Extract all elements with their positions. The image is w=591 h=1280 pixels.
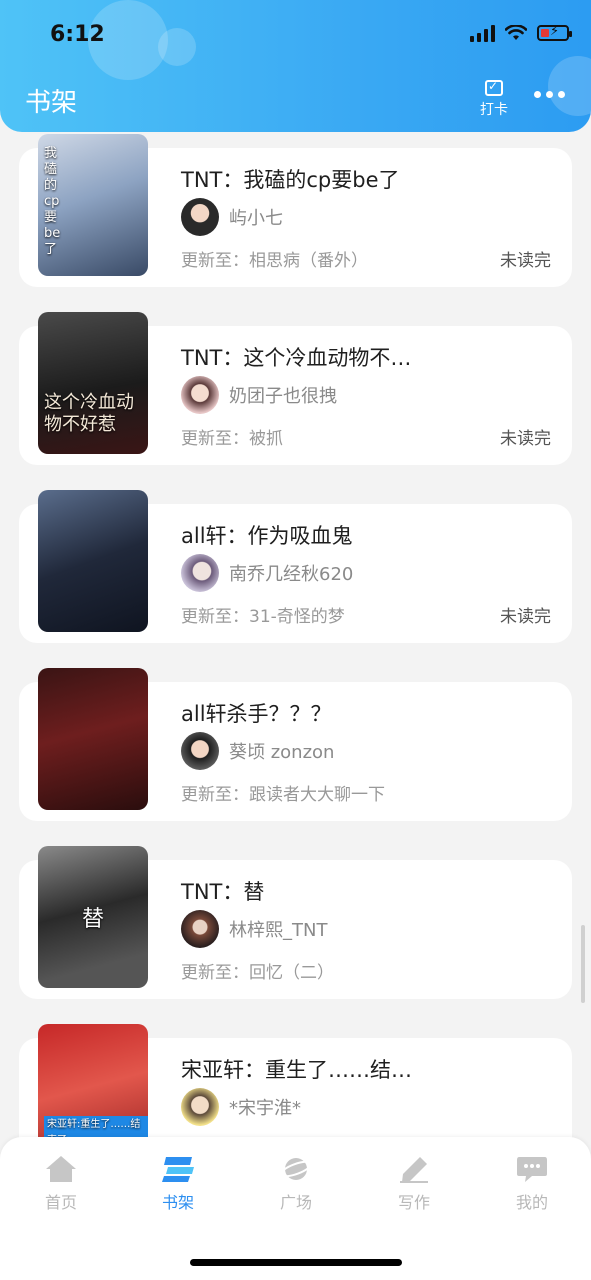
author-row: 屿小七 [181, 198, 283, 236]
more-dot-icon [558, 91, 565, 98]
checkin-label: 打卡 [480, 102, 508, 118]
book-title: TNT：我磕的cp要be了 [181, 168, 400, 192]
wifi-icon [505, 25, 527, 40]
cover-text: 替 [82, 907, 105, 932]
author-row: 南乔几经秋620 [181, 554, 353, 592]
tab-label: 书架 [161, 1193, 194, 1212]
author-avatar [181, 910, 219, 948]
tab-home[interactable]: 首页 [21, 1155, 101, 1213]
book-card[interactable]: 替 TNT：替 林梓熙_TNT 更新至：回忆（二） [19, 846, 572, 999]
status-time: 6:12 [50, 22, 105, 47]
signal-icon [470, 24, 495, 42]
page-title: 书架 [25, 88, 78, 118]
more-dot-icon [546, 91, 553, 98]
scroll-indicator[interactable] [581, 925, 585, 1003]
update-info: 更新至：跟读者大大聊一下 [181, 785, 385, 805]
update-info: 更新至：被抓 [181, 429, 283, 449]
author-name: 南乔几经秋620 [229, 564, 354, 585]
book-cover[interactable]: 替 [38, 846, 148, 988]
author-avatar [181, 732, 219, 770]
book-card[interactable]: all轩：作为吸血鬼 南乔几经秋620 更新至：31-奇怪的梦 未读完 [19, 490, 572, 643]
tab-square[interactable]: 广场 [256, 1155, 336, 1213]
book-title: TNT：替 [181, 880, 265, 904]
book-cover[interactable]: 这个冷血动物不好惹 [38, 312, 148, 454]
author-avatar [181, 376, 219, 414]
checkin-button[interactable]: 打卡 [476, 79, 512, 119]
cover-text: 这个冷血动物不好惹 [44, 392, 134, 435]
planet-icon [279, 1155, 313, 1183]
tab-bookshelf[interactable]: 书架 [138, 1155, 218, 1213]
pen-icon [398, 1155, 430, 1183]
author-row: 葵顷 zonzon [181, 732, 334, 770]
bookshelf-icon [162, 1155, 194, 1183]
read-status: 未读完 [500, 429, 551, 449]
tab-label: 我的 [515, 1193, 548, 1212]
book-cover[interactable]: 我磕的cp要be了 [38, 134, 148, 276]
read-status: 未读完 [500, 251, 551, 271]
tab-label: 写作 [397, 1193, 430, 1212]
book-card[interactable]: 我磕的cp要be了 TNT：我磕的cp要be了 屿小七 更新至：相思病（番外） … [19, 134, 572, 287]
status-icons: ⚡ [470, 24, 572, 42]
tab-label: 广场 [279, 1193, 312, 1212]
book-cover[interactable] [38, 490, 148, 632]
author-avatar [181, 1088, 219, 1126]
author-name: 屿小七 [229, 208, 283, 229]
calendar-check-icon [485, 79, 503, 96]
update-info: 更新至：相思病（番外） [181, 251, 368, 271]
book-cover[interactable] [38, 668, 148, 810]
book-title: TNT：这个冷血动物不… [181, 346, 412, 370]
update-info: 更新至：回忆（二） [181, 963, 334, 983]
home-indicator[interactable] [190, 1259, 402, 1266]
battery-icon: ⚡ [537, 24, 572, 41]
top-header: 6:12 ⚡ 书架 打卡 [0, 0, 591, 132]
bottom-tab-bar: 首页 书架 广场 写作 我的 [0, 1137, 591, 1229]
decor-bubble [548, 56, 591, 116]
home-icon [45, 1155, 77, 1183]
author-name: *宋宇淮* [229, 1098, 301, 1119]
more-dot-icon [534, 91, 541, 98]
book-title: all轩杀手？？？ [181, 702, 332, 726]
chat-bubble-icon [516, 1155, 548, 1183]
tab-write[interactable]: 写作 [374, 1155, 454, 1213]
book-card[interactable]: all轩杀手？？？ 葵顷 zonzon 更新至：跟读者大大聊一下 [19, 668, 572, 821]
cover-text: 我磕的cp要be了 [44, 146, 61, 257]
author-row: *宋宇淮* [181, 1088, 301, 1126]
decor-bubble [158, 28, 196, 66]
author-avatar [181, 198, 219, 236]
book-card[interactable]: 这个冷血动物不好惹 TNT：这个冷血动物不… 奶团子也很拽 更新至：被抓 未读完 [19, 312, 572, 465]
author-name: 奶团子也很拽 [229, 386, 337, 407]
author-name: 林梓熙_TNT [229, 920, 328, 941]
tab-mine[interactable]: 我的 [492, 1155, 572, 1213]
book-title: 宋亚轩：重生了……结… [181, 1058, 412, 1082]
author-row: 奶团子也很拽 [181, 376, 337, 414]
update-info: 更新至：31-奇怪的梦 [181, 607, 345, 627]
more-button[interactable] [534, 91, 565, 98]
book-title: all轩：作为吸血鬼 [181, 524, 353, 548]
bottom-safe-area [0, 1229, 591, 1280]
read-status: 未读完 [500, 607, 551, 627]
author-row: 林梓熙_TNT [181, 910, 327, 948]
author-avatar [181, 554, 219, 592]
author-name: 葵顷 zonzon [229, 742, 335, 763]
tab-label: 首页 [44, 1193, 77, 1212]
